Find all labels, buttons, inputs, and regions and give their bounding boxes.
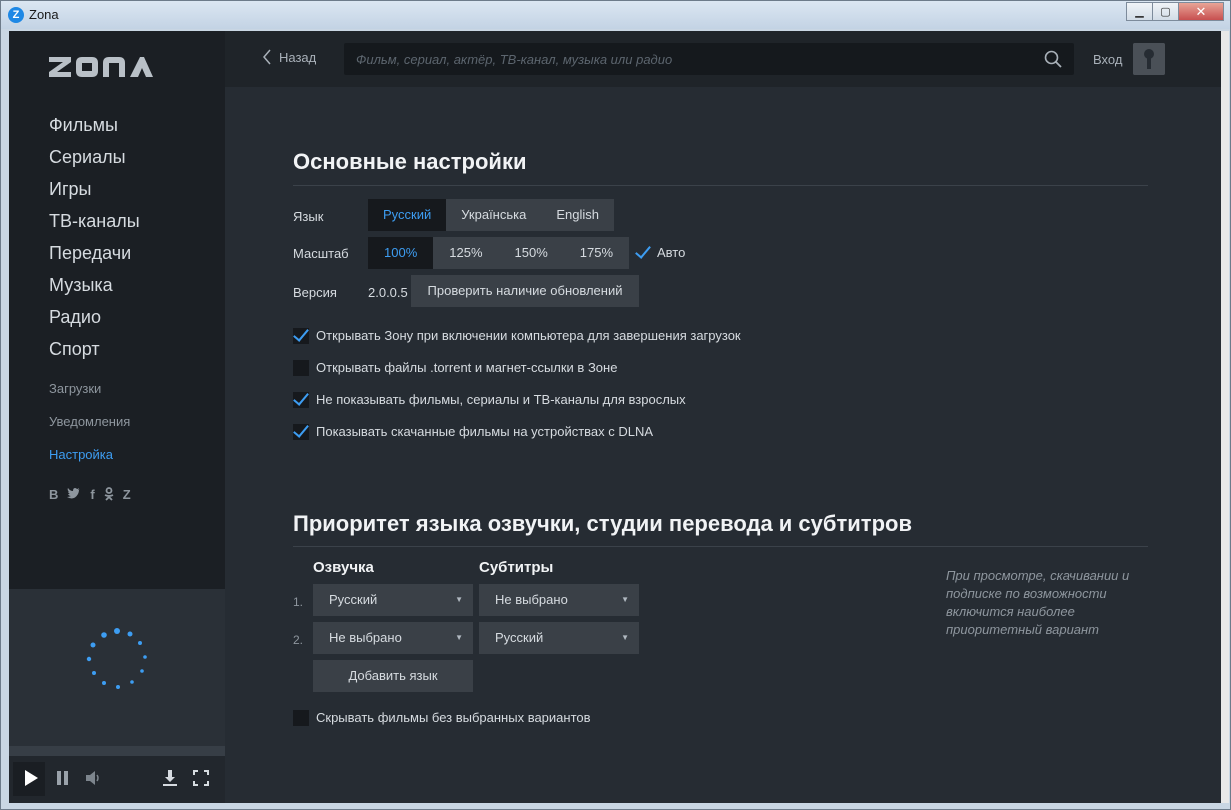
priority-hint: При просмотре, скачивании и подписке по … bbox=[946, 568, 1130, 637]
scale-option-150[interactable]: 150% bbox=[499, 237, 564, 269]
priority-title: Приоритет языка озвучки, студии перевода… bbox=[293, 511, 912, 536]
social-links: B f Z bbox=[49, 487, 131, 502]
nav-item-downloads[interactable]: Загрузки bbox=[49, 381, 130, 414]
subtitles-select-1[interactable]: Не выбрано ▼ bbox=[479, 584, 639, 616]
language-label: Язык bbox=[293, 209, 324, 224]
select-value: Не выбрано bbox=[329, 630, 402, 645]
nav-item-sport[interactable]: Спорт bbox=[49, 338, 140, 370]
language-selector: Русский Українська English bbox=[368, 199, 614, 231]
nav-item-shows[interactable]: Передачи bbox=[49, 242, 140, 274]
pause-icon[interactable] bbox=[53, 768, 73, 788]
zona-social-icon[interactable]: Z bbox=[123, 487, 131, 502]
player-controls bbox=[9, 756, 225, 803]
check-updates-button[interactable]: Проверить наличие обновлений bbox=[411, 275, 639, 307]
voice-select-1[interactable]: Русский ▼ bbox=[313, 584, 473, 616]
general-settings-title: Основные настройки bbox=[293, 149, 527, 174]
autostart-checkbox[interactable] bbox=[293, 328, 309, 344]
scale-option-125[interactable]: 125% bbox=[433, 237, 498, 269]
search-placeholder: Фильм, сериал, актёр, ТВ-канал, музыка и… bbox=[356, 52, 673, 67]
download-icon[interactable] bbox=[160, 768, 180, 788]
window-title: Zona bbox=[29, 7, 59, 22]
chevron-left-icon bbox=[263, 49, 271, 65]
divider bbox=[293, 546, 1148, 547]
back-button[interactable]: Назад bbox=[263, 49, 316, 65]
hide-without-variants-label: Скрывать фильмы без выбранных вариантов bbox=[316, 710, 591, 725]
search-input[interactable]: Фильм, сериал, актёр, ТВ-канал, музыка и… bbox=[344, 43, 1074, 75]
hide-adult-checkbox[interactable] bbox=[293, 392, 309, 408]
dlna-checkbox[interactable] bbox=[293, 424, 309, 440]
nav-item-radio[interactable]: Радио bbox=[49, 306, 140, 338]
maximize-button[interactable]: ▢ bbox=[1152, 2, 1179, 21]
nav-item-notifications[interactable]: Уведомления bbox=[49, 414, 130, 447]
scrollbar[interactable] bbox=[1221, 31, 1229, 803]
caret-down-icon: ▼ bbox=[621, 595, 629, 604]
voice-select-2[interactable]: Не выбрано ▼ bbox=[313, 622, 473, 654]
sidebar: Фильмы Сериалы Игры ТВ-каналы Передачи М… bbox=[9, 31, 225, 589]
nav-item-settings[interactable]: Настройка bbox=[49, 447, 130, 480]
fullscreen-icon[interactable] bbox=[191, 768, 211, 788]
select-value: Русский bbox=[329, 592, 378, 607]
auto-scale-label: Авто bbox=[657, 245, 686, 260]
dlna-label: Показывать скачанные фильмы на устройств… bbox=[316, 424, 654, 439]
auto-scale-checkbox[interactable] bbox=[635, 245, 651, 261]
language-option-english[interactable]: English bbox=[541, 199, 614, 231]
language-option-russian[interactable]: Русский bbox=[368, 199, 447, 231]
title-bar: Z Zona ▁ ▢ ✕ bbox=[1, 1, 1230, 29]
language-option-ukrainian[interactable]: Українська bbox=[446, 199, 541, 231]
hide-without-variants-checkbox[interactable] bbox=[293, 710, 309, 726]
volume-icon[interactable] bbox=[83, 768, 103, 788]
zona-logo[interactable] bbox=[49, 57, 153, 77]
nav-item-films[interactable]: Фильмы bbox=[49, 114, 140, 146]
twitter-icon[interactable] bbox=[67, 487, 81, 500]
facebook-icon[interactable]: f bbox=[90, 487, 94, 502]
row-number: 2. bbox=[293, 633, 304, 647]
odnoklassniki-icon[interactable] bbox=[104, 487, 114, 501]
top-bar: Назад Фильм, сериал, актёр, ТВ-канал, му… bbox=[225, 31, 1223, 87]
torrent-links-checkbox[interactable] bbox=[293, 360, 309, 376]
app-window: Z Zona ▁ ▢ ✕ Фильмы Сериалы Игры ТВ-кана… bbox=[0, 0, 1231, 810]
scale-label: Масштаб bbox=[293, 246, 349, 261]
select-value: Не выбрано bbox=[495, 592, 568, 607]
autostart-label: Открывать Зону при включении компьютера … bbox=[316, 328, 741, 343]
select-value: Русский bbox=[495, 630, 544, 645]
caret-down-icon: ▼ bbox=[621, 633, 629, 642]
caret-down-icon: ▼ bbox=[455, 595, 463, 604]
row-number: 1. bbox=[293, 595, 304, 609]
vk-icon[interactable]: B bbox=[49, 487, 58, 502]
subtitles-select-2[interactable]: Русский ▼ bbox=[479, 622, 639, 654]
scale-option-100[interactable]: 100% bbox=[368, 237, 434, 269]
voice-column-header: Озвучка bbox=[313, 559, 374, 576]
nav-item-music[interactable]: Музыка bbox=[49, 274, 140, 306]
main-panel: Назад Фильм, сериал, актёр, ТВ-канал, му… bbox=[225, 31, 1223, 803]
divider bbox=[293, 185, 1148, 186]
torrent-links-label: Открывать файлы .torrent и магнет-ссылки… bbox=[316, 360, 618, 375]
scale-option-175[interactable]: 175% bbox=[564, 237, 629, 269]
caret-down-icon: ▼ bbox=[455, 633, 463, 642]
search-icon[interactable] bbox=[1044, 50, 1062, 68]
mini-player bbox=[9, 589, 225, 803]
scale-selector: 100% 125% 150% 175% bbox=[368, 237, 629, 269]
playback-progress[interactable] bbox=[9, 746, 225, 756]
nav-item-series[interactable]: Сериалы bbox=[49, 146, 140, 178]
nav-item-games[interactable]: Игры bbox=[49, 178, 140, 210]
nav-item-tv-channels[interactable]: ТВ-каналы bbox=[49, 210, 140, 242]
user-avatar-icon[interactable] bbox=[1133, 43, 1165, 75]
play-icon[interactable] bbox=[21, 768, 41, 788]
loading-spinner-icon bbox=[86, 628, 147, 689]
version-value: 2.0.0.5 bbox=[368, 285, 408, 300]
version-label: Версия bbox=[293, 285, 337, 300]
add-language-button[interactable]: Добавить язык bbox=[313, 660, 473, 692]
login-link[interactable]: Вход bbox=[1093, 52, 1122, 67]
subtitles-column-header: Субтитры bbox=[479, 559, 554, 576]
minimize-button[interactable]: ▁ bbox=[1126, 2, 1153, 21]
close-button[interactable]: ✕ bbox=[1178, 2, 1224, 21]
back-label: Назад bbox=[279, 49, 317, 65]
zona-app-icon: Z bbox=[8, 7, 24, 23]
hide-adult-label: Не показывать фильмы, сериалы и ТВ-канал… bbox=[316, 392, 686, 407]
